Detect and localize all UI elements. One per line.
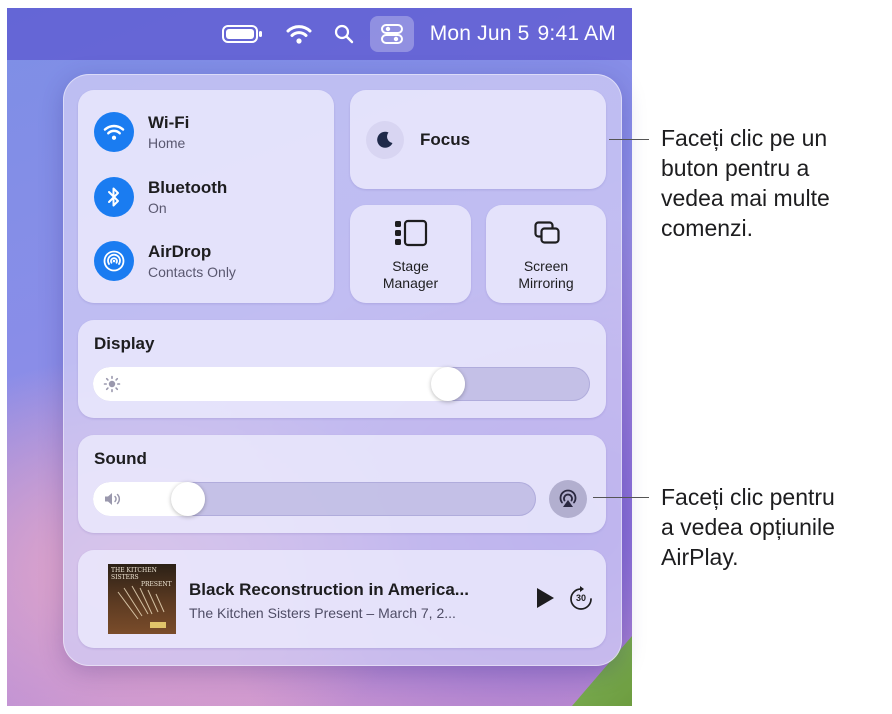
airdrop-row[interactable]: AirDrop Contacts Only — [94, 241, 236, 281]
airdrop-title: AirDrop — [148, 242, 212, 261]
stage-manager-label-1: Stage — [392, 258, 429, 274]
menu-bar-clock[interactable]: Mon Jun 5 9:41 AM — [430, 22, 616, 46]
screen-mirroring-label-1: Screen — [523, 258, 569, 274]
stage-manager-button[interactable]: Stage Manager — [350, 205, 471, 303]
control-center-panel: Wi-Fi Home Bluetooth On AirDrop Contacts… — [63, 74, 622, 666]
wifi-row[interactable]: Wi-Fi Home — [94, 112, 189, 152]
speaker-icon — [103, 490, 123, 513]
display-title: Display — [94, 334, 155, 353]
album-artwork[interactable]: THE KITCHEN SISTERS PRESENT — [108, 564, 176, 634]
bluetooth-icon — [108, 187, 119, 207]
wifi-icon[interactable] — [286, 23, 312, 45]
airplay-callout-line-3: AirPlay. — [661, 544, 739, 570]
buttons-callout-line-1: Faceți clic pe un — [661, 125, 828, 151]
brightness-slider[interactable] — [93, 367, 590, 401]
airdrop-toggle[interactable] — [94, 241, 134, 281]
skip-forward-button[interactable]: 30 — [568, 586, 594, 612]
focus-label: Focus — [420, 129, 471, 149]
connectivity-tile: Wi-Fi Home Bluetooth On AirDrop Contacts… — [78, 90, 334, 303]
buttons-callout-line-3: vedea mai multe — [661, 185, 830, 211]
sound-title: Sound — [94, 449, 147, 468]
battery-icon[interactable] — [221, 24, 264, 44]
moon-icon — [377, 131, 393, 148]
buttons-callout: Faceți clic pe un buton pentru a vedea m… — [661, 123, 830, 243]
menu-bar: Mon Jun 5 9:41 AM — [7, 8, 632, 60]
airplay-callout-line — [593, 497, 649, 498]
bluetooth-subtitle: On — [148, 200, 167, 216]
sun-icon — [103, 375, 121, 398]
sound-section: Sound — [78, 435, 606, 533]
skip-forward-label: 30 — [575, 593, 586, 603]
focus-moon-circle — [366, 120, 404, 159]
stage-manager-icon — [394, 219, 428, 252]
bluetooth-row[interactable]: Bluetooth On — [94, 177, 227, 217]
control-center-icon[interactable] — [369, 16, 414, 52]
play-button[interactable] — [535, 587, 555, 614]
menu-bar-time: 9:41 AM — [537, 22, 616, 45]
menu-bar-date: Mon Jun 5 — [429, 22, 530, 45]
now-playing-section: THE KITCHEN SISTERS PRESENT Black Recons… — [78, 550, 606, 648]
display-section: Display — [78, 320, 606, 418]
buttons-callout-line-2: buton pentru a — [661, 155, 810, 181]
buttons-callout-line — [609, 139, 649, 140]
volume-slider-knob[interactable] — [171, 482, 205, 516]
wifi-icon — [103, 124, 125, 140]
volume-slider[interactable] — [93, 482, 536, 516]
focus-button[interactable]: Focus — [350, 90, 606, 189]
play-icon — [537, 588, 554, 608]
stage-manager-label-2: Manager — [382, 275, 439, 291]
album-hands-graphic — [117, 585, 166, 628]
brightness-slider-fill — [93, 367, 465, 401]
wifi-toggle[interactable] — [94, 112, 134, 152]
airplay-button[interactable] — [549, 480, 587, 518]
screen-mirroring-button[interactable]: Screen Mirroring — [486, 205, 606, 303]
screen-mirroring-icon — [534, 221, 560, 250]
search-icon[interactable] — [334, 24, 354, 44]
airplay-callout-line-2: a vedea opțiunile — [661, 514, 835, 540]
bluetooth-toggle[interactable] — [94, 177, 134, 217]
wifi-subtitle: Home — [148, 135, 186, 151]
airdrop-subtitle: Contacts Only — [148, 264, 236, 280]
airplay-audio-icon — [559, 489, 577, 507]
airplay-callout: Faceți clic pentru a vedea opțiunile Air… — [661, 482, 835, 572]
bluetooth-title: Bluetooth — [148, 178, 228, 197]
airdrop-icon — [103, 250, 125, 272]
now-playing-title: Black Reconstruction in America... — [189, 580, 469, 599]
screen-mirroring-label-2: Mirroring — [518, 275, 574, 291]
buttons-callout-line-4: comenzi. — [661, 215, 754, 241]
airplay-callout-line-1: Faceți clic pentru — [661, 484, 835, 510]
now-playing-subtitle: The Kitchen Sisters Present – March 7, 2… — [189, 605, 456, 621]
brightness-slider-knob[interactable] — [431, 367, 465, 401]
wifi-title: Wi-Fi — [148, 113, 190, 132]
